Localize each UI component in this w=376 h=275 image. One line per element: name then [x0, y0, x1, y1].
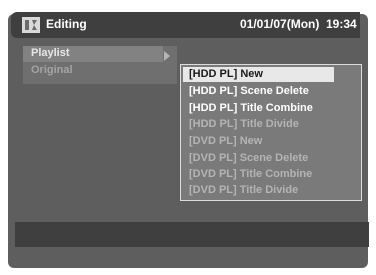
time-display: 19:34: [326, 17, 357, 31]
submenu-item-dvd-title-combine[interactable]: [DVD PL] Title Combine: [189, 168, 312, 180]
status-bar: [15, 222, 369, 247]
menu-item-playlist[interactable]: Playlist: [31, 47, 70, 59]
submenu-item-hdd-title-combine[interactable]: [HDD PL] Title Combine: [189, 102, 313, 114]
submenu-arrow-icon: [164, 51, 170, 61]
menu-item-original[interactable]: Original: [31, 64, 73, 76]
submenu-item-dvd-title-divide[interactable]: [DVD PL] Title Divide: [189, 184, 298, 196]
editing-icon: [22, 17, 40, 33]
submenu-item-hdd-new[interactable]: [HDD PL] New: [189, 68, 263, 80]
submenu-item-dvd-scene-delete[interactable]: [DVD PL] Scene Delete: [189, 152, 308, 164]
submenu-item-hdd-title-divide[interactable]: [HDD PL] Title Divide: [189, 118, 299, 130]
page-title: Editing: [46, 17, 87, 31]
submenu-item-hdd-scene-delete[interactable]: [HDD PL] Scene Delete: [189, 85, 309, 97]
date-display: 01/01/07(Mon): [240, 17, 320, 31]
submenu-item-dvd-new[interactable]: [DVD PL] New: [189, 135, 262, 147]
